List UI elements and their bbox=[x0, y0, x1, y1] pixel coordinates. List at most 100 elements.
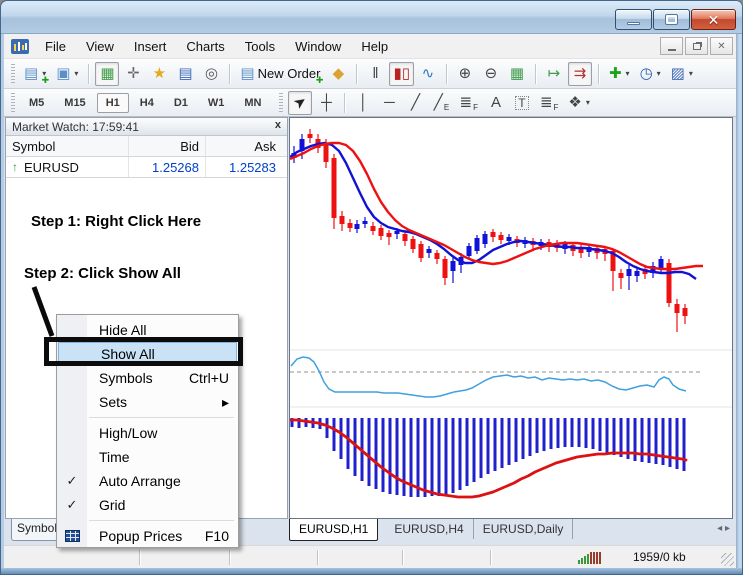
arrows-tool-dropdown-icon[interactable]: ▾ bbox=[586, 98, 590, 107]
chart-tab-bar: EURUSD,H1 EURUSD,H4 EURUSD,Daily ◂ ▸ bbox=[289, 519, 734, 543]
indicators-button[interactable]: ✚ ▾ bbox=[605, 62, 634, 86]
menu-item-time[interactable]: Time bbox=[57, 445, 238, 469]
timeframe-mn[interactable]: MN bbox=[235, 93, 270, 113]
text-label-button[interactable]: T bbox=[510, 91, 534, 115]
chart-line-icon: ∿ bbox=[421, 65, 435, 82]
new-chart-button[interactable]: ▤ ✚ ▾ bbox=[20, 62, 50, 86]
toolbar-grip[interactable] bbox=[279, 92, 284, 113]
chart-tab-eurusd-daily[interactable]: EURUSD,Daily bbox=[474, 519, 574, 539]
tile-windows-button[interactable]: ▦ bbox=[505, 62, 529, 86]
trendline-button[interactable]: ╱ bbox=[403, 91, 427, 115]
chart-tab-eurusd-h1[interactable]: EURUSD,H1 bbox=[289, 519, 379, 541]
timeframe-d1[interactable]: D1 bbox=[165, 93, 197, 113]
fibo-expansion-button[interactable]: ≣ F bbox=[536, 91, 562, 115]
annotation-step1: Step 1: Right Click Here bbox=[31, 213, 202, 230]
menu-help[interactable]: Help bbox=[351, 35, 398, 58]
indicators-dropdown-icon[interactable]: ▾ bbox=[626, 69, 630, 78]
column-symbol[interactable]: Symbol bbox=[6, 136, 129, 156]
market-watch-close-icon[interactable]: x bbox=[275, 119, 281, 131]
tab-scroll-arrows[interactable]: ◂ ▸ bbox=[713, 519, 734, 538]
resize-grip[interactable] bbox=[721, 553, 734, 566]
trendline-icon: ╱ bbox=[410, 94, 420, 111]
metaeditor-button[interactable]: ◆ bbox=[326, 62, 350, 86]
periods-dropdown-icon[interactable]: ▾ bbox=[657, 69, 661, 78]
checkmark-icon: ✓ bbox=[66, 497, 78, 512]
chart-bars-icon: ‖ bbox=[372, 65, 379, 82]
menu-insert[interactable]: Insert bbox=[124, 35, 177, 58]
menu-item-auto-arrange[interactable]: ✓ Auto Arrange bbox=[57, 469, 238, 493]
new-order-label: New Order bbox=[257, 66, 321, 81]
menu-file[interactable]: File bbox=[35, 35, 76, 58]
market-watch-button[interactable]: ▦ bbox=[95, 61, 120, 86]
data-window-button[interactable]: ✛ bbox=[121, 62, 145, 86]
equidistant-channel-button[interactable]: ╱ E bbox=[429, 91, 453, 115]
popup-prices-icon bbox=[64, 530, 80, 542]
child-minimize-icon bbox=[667, 49, 676, 51]
templates-button[interactable]: ▨ ▾ bbox=[667, 62, 697, 86]
profiles-button[interactable]: ▣ ▾ bbox=[52, 62, 82, 86]
chart-shift-button[interactable]: ⇉ bbox=[567, 61, 592, 86]
child-minimize-button[interactable] bbox=[660, 37, 683, 55]
vertical-line-button[interactable]: │ bbox=[351, 91, 375, 115]
menu-bar: File View Insert Charts Tools Window Help ✕ bbox=[4, 34, 736, 59]
menu-window[interactable]: Window bbox=[285, 35, 351, 58]
templates-icon: ▨ bbox=[670, 65, 685, 82]
menu-item-symbols[interactable]: Symbols Ctrl+U bbox=[57, 366, 238, 390]
navigator-button[interactable]: ★ bbox=[147, 62, 171, 86]
fibonacci-button[interactable]: ≣ F bbox=[455, 91, 481, 115]
timeframe-m5[interactable]: M5 bbox=[20, 93, 53, 113]
menu-item-popup-prices[interactable]: Popup Prices F10 bbox=[57, 524, 238, 548]
cursor-button[interactable]: ➤ bbox=[288, 90, 313, 115]
toolbar-separator bbox=[344, 92, 346, 113]
zoom-out-button[interactable]: ⊖ bbox=[479, 62, 503, 86]
timeframe-m15[interactable]: M15 bbox=[55, 93, 94, 113]
new-order-plus-badge: ✚ bbox=[315, 74, 324, 85]
menu-item-label: Popup Prices bbox=[99, 528, 183, 544]
strategy-tester-button[interactable]: ◎ bbox=[199, 62, 223, 86]
toolbar-grip[interactable] bbox=[11, 63, 15, 84]
title-bar[interactable]: ✕ bbox=[1, 1, 742, 34]
new-order-button[interactable]: ▤ ✚ New Order bbox=[236, 62, 324, 86]
chart-candles-button[interactable]: ▮▯ bbox=[389, 61, 414, 86]
templates-dropdown-icon[interactable]: ▾ bbox=[689, 69, 693, 78]
auto-scroll-button[interactable]: ↦ bbox=[542, 62, 566, 86]
crosshair-button[interactable]: ┼ bbox=[314, 91, 338, 115]
market-watch-title: Market Watch: 17:59:41 bbox=[12, 120, 139, 134]
horizontal-line-button[interactable]: ─ bbox=[377, 91, 401, 115]
connection-signal-icon bbox=[578, 551, 601, 564]
market-watch-header[interactable]: Market Watch: 17:59:41 x bbox=[6, 118, 287, 136]
toolbar-grip[interactable] bbox=[11, 92, 15, 113]
profiles-dropdown-icon[interactable]: ▾ bbox=[74, 69, 78, 78]
column-ask[interactable]: Ask bbox=[206, 136, 282, 156]
arrows-tool-button[interactable]: ❖ ▾ bbox=[564, 91, 593, 115]
child-close-button[interactable]: ✕ bbox=[710, 37, 733, 55]
menu-charts[interactable]: Charts bbox=[176, 35, 234, 58]
terminal-button[interactable]: ▤ bbox=[173, 62, 197, 86]
toolbar-separator bbox=[445, 63, 447, 84]
column-bid[interactable]: Bid bbox=[129, 136, 206, 156]
profiles-icon: ▣ bbox=[56, 65, 71, 82]
zoom-in-button[interactable]: ⊕ bbox=[453, 62, 477, 86]
menu-item-grid[interactable]: ✓ Grid bbox=[57, 493, 238, 517]
text-button[interactable]: A bbox=[484, 91, 508, 115]
market-watch-row[interactable]: ↑ EURUSD 1.25268 1.25283 bbox=[6, 157, 287, 178]
close-button[interactable]: ✕ bbox=[691, 9, 736, 30]
maximize-button[interactable] bbox=[653, 9, 690, 30]
timeframe-h4[interactable]: H4 bbox=[131, 93, 163, 113]
chart-window[interactable] bbox=[288, 117, 733, 519]
menu-item-high-low[interactable]: High/Low bbox=[57, 421, 238, 445]
menu-item-label: Auto Arrange bbox=[99, 473, 181, 489]
periods-button[interactable]: ◷ ▾ bbox=[636, 62, 665, 86]
chart-line-button[interactable]: ∿ bbox=[416, 62, 440, 86]
menu-view[interactable]: View bbox=[76, 35, 124, 58]
chart-bars-button[interactable]: ‖ bbox=[363, 62, 387, 86]
menu-item-sets[interactable]: Sets ▸ bbox=[57, 390, 238, 414]
chart-tab-eurusd-h4[interactable]: EURUSD,H4 bbox=[385, 519, 474, 539]
toolbar-separator bbox=[229, 63, 231, 84]
minimize-button[interactable] bbox=[615, 9, 652, 30]
menu-tools[interactable]: Tools bbox=[235, 35, 285, 58]
timeframe-h1[interactable]: H1 bbox=[96, 92, 129, 113]
timeframe-w1[interactable]: W1 bbox=[199, 93, 234, 113]
horizontal-line-icon: ─ bbox=[384, 94, 395, 111]
child-restore-button[interactable] bbox=[685, 37, 708, 55]
